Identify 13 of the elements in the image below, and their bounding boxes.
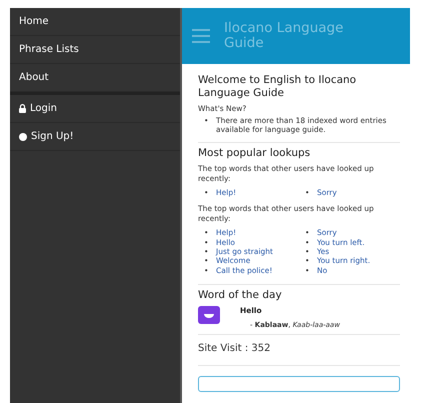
- site-visit-count: Site Visit : 352: [198, 342, 272, 356]
- nav-item[interactable]: Login: [10, 95, 180, 123]
- app-title: Ilocano Language Guide: [224, 21, 344, 51]
- section-title: Welcome to English to Ilocano Language Guide: [198, 74, 358, 100]
- section-title: Most popular lookups: [198, 146, 312, 160]
- section-title: Word of the day: [198, 289, 283, 302]
- nav-item[interactable]: Home: [10, 8, 180, 36]
- circle-icon: [19, 132, 27, 140]
- nav-item[interactable]: Sign Up!: [10, 123, 180, 151]
- lock-icon: [19, 104, 26, 113]
- app-icon: [198, 306, 220, 324]
- nav-item[interactable]: Phrase Lists: [10, 36, 180, 64]
- menu-icon[interactable]: [192, 29, 210, 43]
